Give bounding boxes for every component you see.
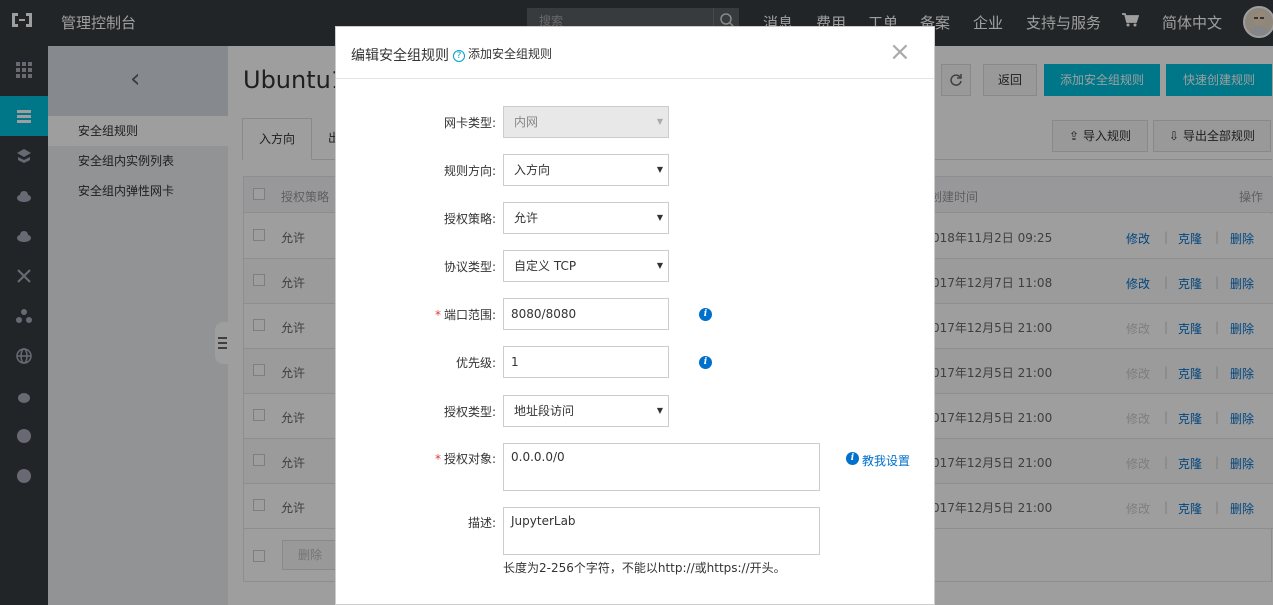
auth-object-label: * 授权对象: <box>336 450 496 467</box>
priority-label: 优先级: <box>455 356 496 370</box>
port-range-input[interactable]: 8080/8080 <box>503 298 669 330</box>
auth-type-select[interactable]: 地址段访问 ▼ <box>503 395 669 427</box>
description-hint: 长度为2-256个字符，不能以http://或https://开头。 <box>503 561 786 575</box>
priority-input[interactable]: 1 <box>503 346 669 378</box>
policy-value: 允许 <box>514 211 539 225</box>
close-icon[interactable]: × <box>889 39 911 65</box>
protocol-label: 协议类型: <box>443 260 496 274</box>
nic-type-label: 网卡类型: <box>443 116 496 130</box>
caret-down-icon: ▼ <box>656 213 663 222</box>
info-icon[interactable]: i <box>699 308 712 321</box>
caret-down-icon: ▼ <box>656 165 663 174</box>
port-range-label-text: 端口范围: <box>443 308 496 322</box>
help-icon: ? <box>453 50 465 62</box>
teach-me-link[interactable]: 教我设置 <box>862 452 910 469</box>
port-range-label: * 端口范围: <box>336 306 496 323</box>
caret-down-icon: ▼ <box>656 261 663 270</box>
nic-type-select: 内网 ▼ <box>503 106 669 138</box>
protocol-select[interactable]: 自定义 TCP ▼ <box>503 250 669 282</box>
info-icon[interactable]: i <box>699 356 712 369</box>
auth-type-label: 授权类型: <box>443 405 496 419</box>
info-icon: i <box>846 452 859 465</box>
auth-type-value: 地址段访问 <box>514 404 575 418</box>
direction-select[interactable]: 入方向 ▼ <box>503 154 669 186</box>
required-mark: * <box>434 308 441 322</box>
help-label: 添加安全组规则 <box>468 47 553 61</box>
caret-down-icon: ▼ <box>656 406 663 415</box>
policy-label: 授权策略: <box>443 212 496 226</box>
nic-type-value: 内网 <box>514 115 539 129</box>
help-link[interactable]: ? 添加安全组规则 <box>453 45 552 62</box>
caret-down-icon: ▼ <box>656 117 663 126</box>
policy-select[interactable]: 允许 ▼ <box>503 202 669 234</box>
dialog-header: 编辑安全组规则 ? 添加安全组规则 × <box>336 27 934 79</box>
direction-label: 规则方向: <box>443 164 496 178</box>
description-input[interactable]: JupyterLab <box>503 507 820 555</box>
auth-object-label-text: 授权对象: <box>443 452 496 466</box>
description-label: 描述: <box>467 516 496 530</box>
auth-object-input[interactable]: 0.0.0.0/0 <box>503 443 820 491</box>
required-mark: * <box>434 452 441 466</box>
direction-value: 入方向 <box>514 163 551 177</box>
dialog-title: 编辑安全组规则 <box>351 48 449 64</box>
protocol-value: 自定义 TCP <box>514 259 577 273</box>
edit-rule-dialog: 编辑安全组规则 ? 添加安全组规则 × 网卡类型: 内网 ▼ 规则方向: 入方向 … <box>335 26 935 605</box>
